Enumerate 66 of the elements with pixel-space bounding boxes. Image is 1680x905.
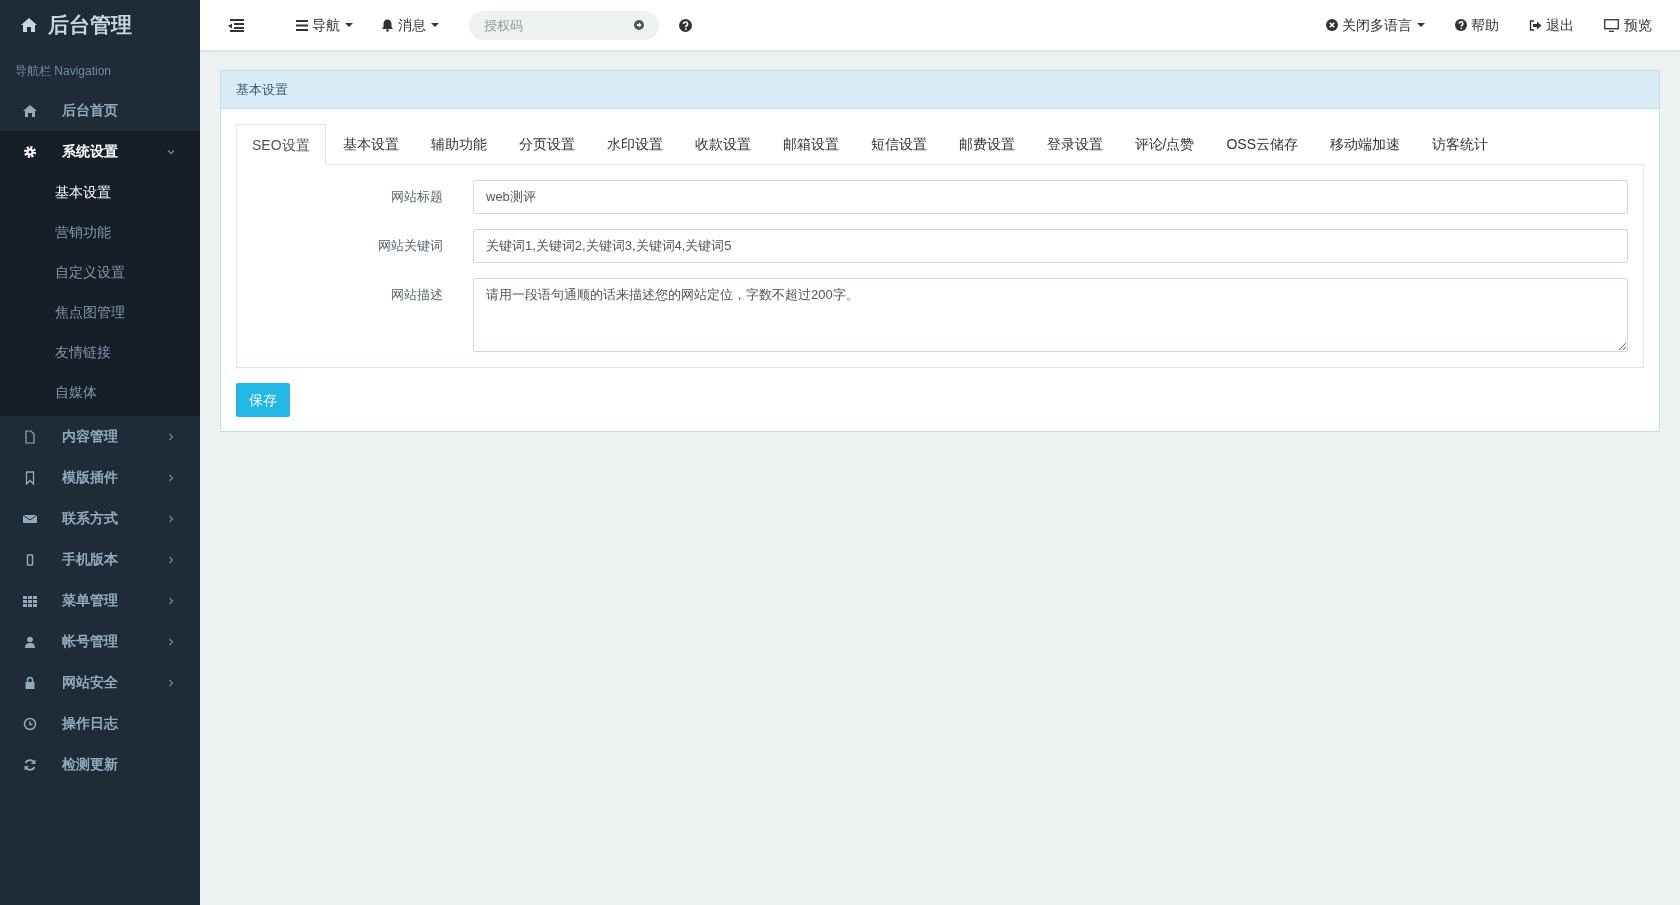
sidebar-item[interactable]: 系统设置 [0,131,200,172]
field-label: 网站描述 [390,286,444,304]
tab[interactable]: 收款设置 [679,124,766,165]
field-label: 网站关键词 [377,237,444,255]
lock-icon [23,675,37,690]
sidebar-item[interactable]: 检测更新 [0,744,200,785]
tab[interactable]: 水印设置 [591,124,678,165]
tab[interactable]: 评论/点赞 [1119,124,1210,165]
menu-icon [296,19,308,31]
tab[interactable]: 辅助功能 [415,124,502,165]
app-title: 后台管理 [48,12,132,39]
tab[interactable]: SEO设置 [236,124,326,166]
monitor-icon [1604,18,1619,32]
tab[interactable]: 登录设置 [1031,124,1118,165]
grid-icon [23,593,37,608]
submenu-item[interactable]: 自定义设置 [0,252,200,292]
help-icon [1455,19,1467,31]
submenu-item[interactable]: 自媒体 [0,372,200,412]
help-icon[interactable] [679,18,692,32]
sidebar-item[interactable]: 菜单管理 [0,580,200,621]
sign-out-icon [1529,19,1542,31]
sidebar-toggle-icon[interactable] [228,18,244,32]
tab[interactable]: OSS云储存 [1211,124,1314,165]
sidebar-item[interactable]: 模版插件 [0,457,200,498]
text-input[interactable]: web测评 [473,180,1628,214]
sidebar-item[interactable]: 内容管理 [0,416,200,457]
go-arrow-icon[interactable] [634,20,644,30]
tab[interactable]: 基本设置 [327,124,414,165]
nav-dropdown[interactable]: 导航 [296,14,353,36]
bookmark-icon [23,470,37,485]
nav-dropdown[interactable]: 消息 [381,14,439,36]
sidebar-item[interactable]: 网站安全 [0,662,200,703]
tab[interactable]: 邮费设置 [943,124,1030,165]
tab[interactable]: 移动端加速 [1315,124,1416,165]
sidebar-item[interactable]: 联系方式 [0,498,200,539]
submenu-item[interactable]: 焦点图管理 [0,292,200,332]
submenu-item[interactable]: 基本设置 [0,172,200,212]
panel-title: 基本设置 [236,80,288,99]
gear-icon [23,144,37,159]
top-link[interactable]: 预览 [1604,14,1652,36]
top-link[interactable]: 关闭多语言 [1326,14,1425,36]
description-textarea[interactable]: 请用一段语句通顺的话来描述您的网站定位，字数不超过200字。 [473,278,1628,352]
search-field[interactable]: 授权码 [469,10,659,40]
sidebar-item[interactable]: 帐号管理 [0,621,200,662]
refresh-icon [23,757,37,772]
bell-icon [381,18,394,32]
submenu-item[interactable]: 营销功能 [0,212,200,252]
sidebar-item[interactable]: 操作日志 [0,703,200,744]
submenu-item[interactable]: 友情链接 [0,332,200,372]
nav-heading: 导航栏 Navigation [14,63,113,80]
sidebar-item[interactable]: 手机版本 [0,539,200,580]
tab[interactable]: 访客统计 [1417,124,1504,165]
tab[interactable]: 短信设置 [855,124,942,165]
top-link[interactable]: 帮助 [1455,14,1499,36]
user-icon [23,634,37,649]
document-icon [23,429,37,444]
top-link[interactable]: 退出 [1529,14,1574,36]
tab[interactable]: 邮箱设置 [767,124,854,165]
sidebar-item[interactable]: 后台首页 [0,90,200,131]
close-circle-icon [1326,19,1338,31]
tab[interactable]: 分页设置 [503,124,590,165]
home-icon [20,17,38,33]
home-icon [23,103,37,118]
field-label: 网站标题 [390,188,444,206]
clock-icon [23,716,37,731]
text-input[interactable]: 关键词1,关键词2,关键词3,关键词4,关键词5 [473,229,1628,263]
